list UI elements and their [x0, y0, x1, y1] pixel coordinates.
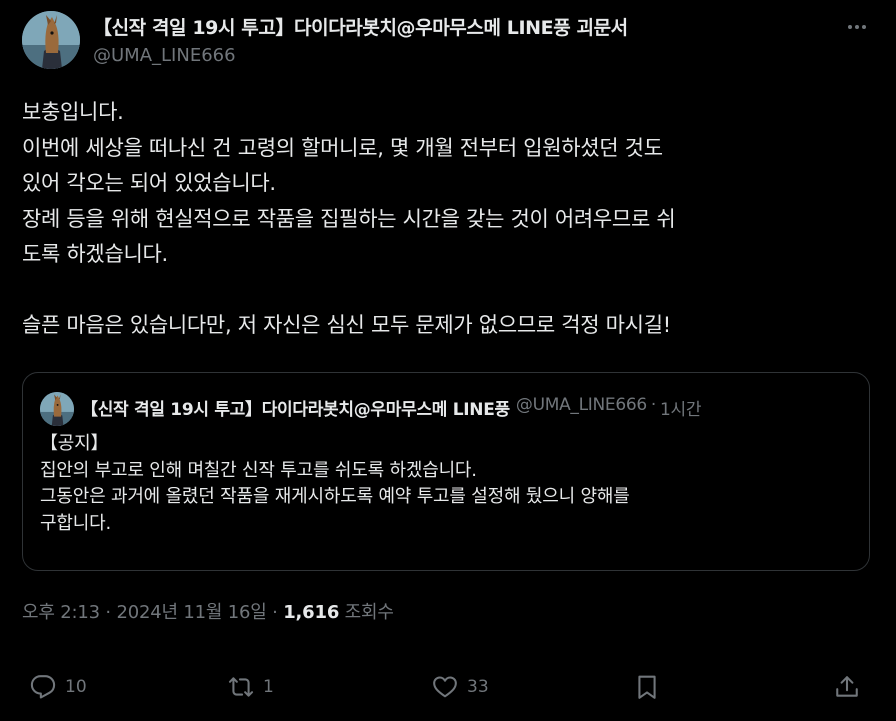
repost-count: 1 — [263, 677, 274, 697]
quoted-timestamp: 1시간 — [660, 400, 702, 420]
heart-icon — [433, 676, 457, 698]
quoted-line: 집안의 부고로 인해 며칠간 신작 투고를 쉬도록 하겠습니다. — [40, 459, 477, 481]
more-options-icon[interactable] — [842, 15, 872, 39]
author-avatar[interactable] — [22, 11, 80, 69]
separator-dot: · — [105, 602, 111, 623]
views-count: 1,616 — [283, 602, 340, 623]
post-time[interactable]: 오후 2:13 — [22, 602, 100, 623]
quoted-author-name: 【신작 격일 19시 투고】다이다라봇치@우마무스메 LINE풍 — [81, 400, 510, 420]
reply-icon — [30, 675, 56, 699]
share-button[interactable] — [834, 672, 860, 702]
tweet-text: 보충입니다. 이번에 세상을 떠나신 건 고령의 할머니로, 몇 개월 전부터 … — [22, 95, 878, 344]
like-count: 33 — [467, 677, 489, 697]
quoted-author-avatar — [40, 392, 74, 426]
separator-dot: · — [650, 395, 657, 415]
quoted-line: 그동안은 과거에 올렸던 작품을 재게시하도록 예약 투고를 설정해 뒀으니 양… — [40, 486, 630, 507]
quoted-author-handle: @UMA_LINE666 — [515, 395, 647, 415]
quoted-header: 【신작 격일 19시 투고】다이다라봇치@우마무스메 LINE풍 @UMA_LIN… — [81, 395, 841, 423]
repost-icon — [228, 677, 254, 697]
bookmark-icon — [638, 675, 656, 699]
tweet-line — [22, 273, 878, 309]
views-label: 조회수 — [344, 602, 394, 623]
post-date[interactable]: 2024년 11월 16일 — [116, 602, 266, 623]
tweet-line: 이번에 세상을 떠나신 건 고령의 할머니로, 몇 개월 전부터 입원하셨던 것… — [22, 135, 663, 160]
tweet-line: 슬픈 마음은 있습니다만, 저 자신은 심신 모두 문제가 없으므로 걱정 마시… — [22, 313, 671, 337]
quoted-line: 구합니다. — [40, 512, 111, 534]
repost-button[interactable]: 1 — [228, 672, 274, 702]
tweet-line: 있어 각오는 되어 있었습니다. — [22, 171, 276, 195]
quoted-line: 【공지】 — [40, 433, 109, 454]
tweet-meta: 오후 2:13 · 2024년 11월 16일 · 1,616 조회수 — [22, 598, 394, 624]
reply-button[interactable]: 10 — [30, 672, 87, 702]
tweet-line: 장례 등을 위해 현실적으로 작품을 집필하는 시간을 갖는 것이 어려우므로 … — [22, 206, 676, 231]
avatar-image — [22, 11, 80, 69]
quoted-tweet[interactable]: 【신작 격일 19시 투고】다이다라봇치@우마무스메 LINE풍 @UMA_LIN… — [22, 372, 870, 571]
tweet-line: 도록 하겠습니다. — [22, 242, 168, 266]
avatar-image — [40, 392, 74, 426]
like-button[interactable]: 33 — [432, 672, 489, 702]
share-icon — [836, 676, 858, 697]
quoted-text: 【공지】 집안의 부고로 인해 며칠간 신작 투고를 쉬도록 하겠습니다. 그동… — [40, 431, 860, 537]
reply-count: 10 — [65, 677, 87, 697]
separator-dot: · — [272, 602, 278, 623]
author-handle[interactable]: @UMA_LINE666 — [93, 45, 236, 66]
tweet-line: 보충입니다. — [22, 100, 124, 124]
author-name[interactable]: 【신작 격일 19시 투고】다이다라봇치@우마무스메 LINE풍 괴문서 — [93, 13, 628, 40]
bookmark-button[interactable] — [634, 672, 660, 702]
